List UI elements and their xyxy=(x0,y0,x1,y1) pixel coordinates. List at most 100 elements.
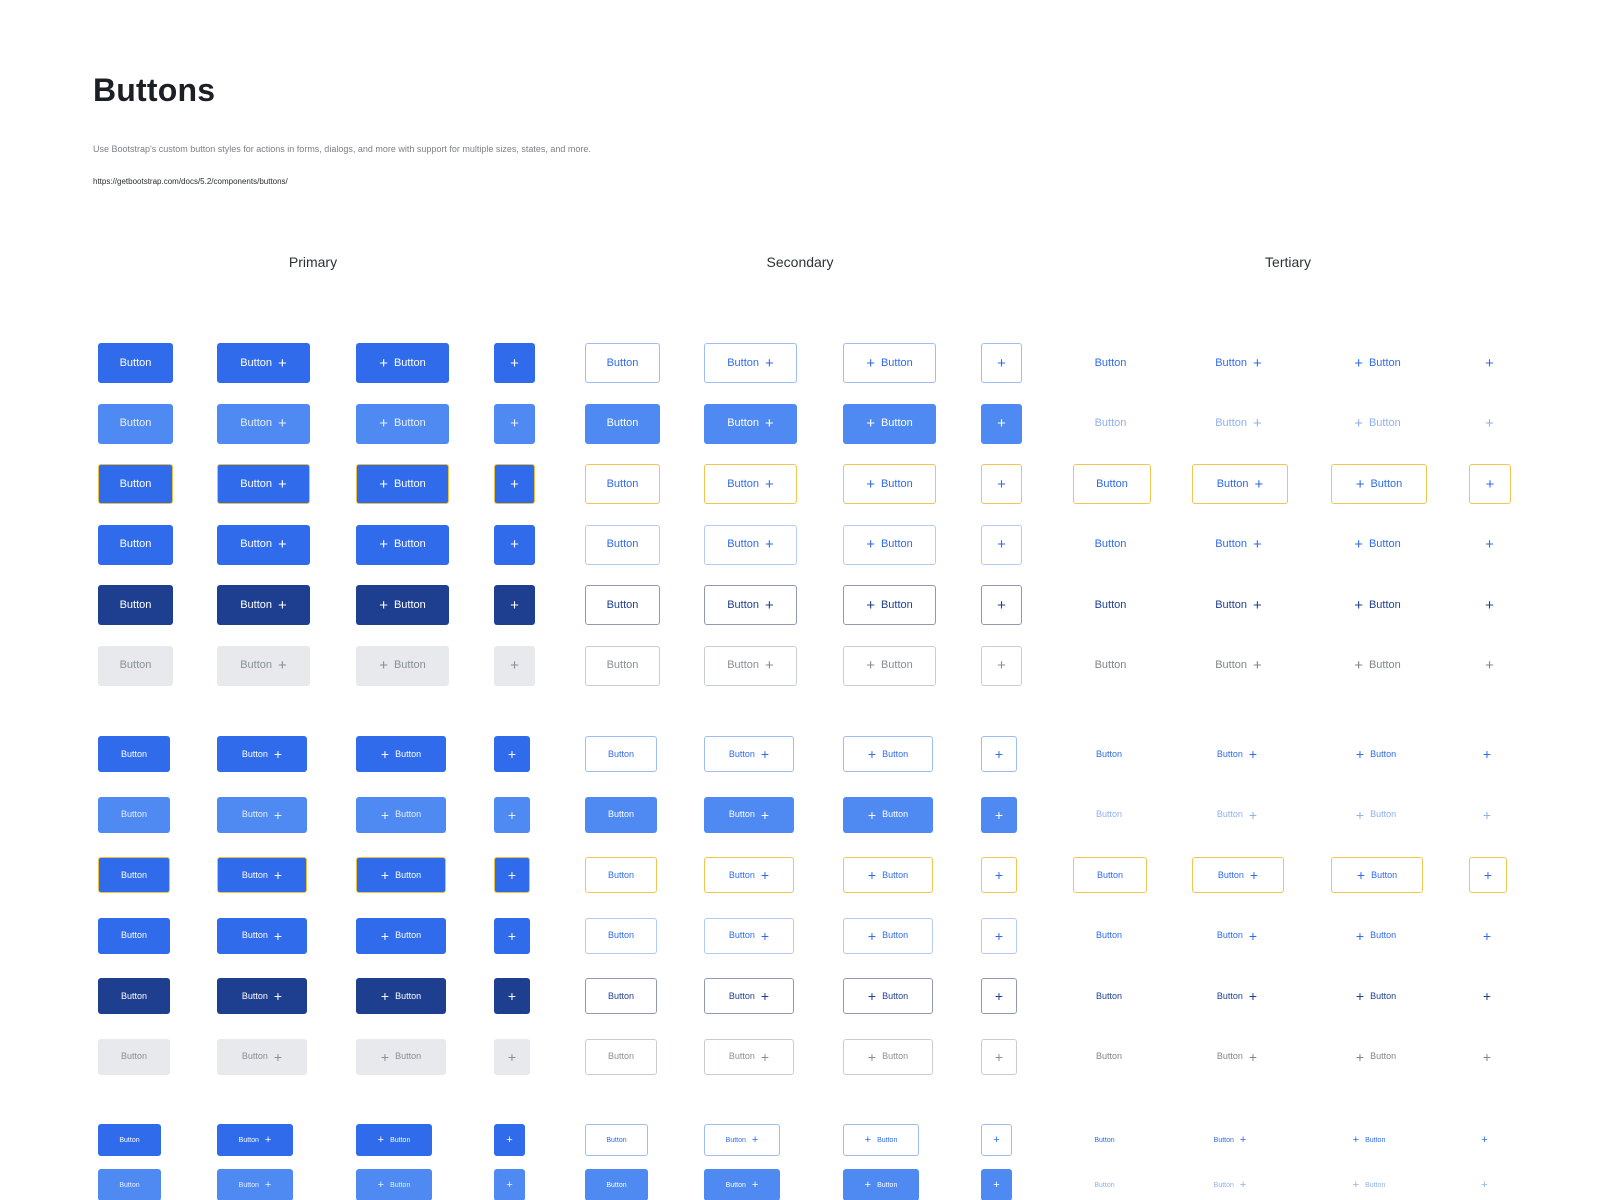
primary-text-with-trailing-icon-pressed-medium-button[interactable]: Button + xyxy=(217,585,310,625)
secondary-text-only-disabled-medium-button[interactable]: Button xyxy=(585,645,660,686)
secondary-text-only-focus-medium-button[interactable]: Button xyxy=(585,464,660,504)
secondary-text-with-trailing-icon-disabled-medium-button[interactable]: Button + xyxy=(704,645,797,686)
primary-text-only-hover-medium-button[interactable]: Button xyxy=(98,403,173,444)
secondary-text-with-trailing-icon-pressed-small-button[interactable]: Button + xyxy=(704,978,794,1014)
tertiary-text-with-leading-icon-hover-extra-small-button[interactable]: + Button xyxy=(1331,1169,1407,1200)
tertiary-text-with-leading-icon-disabled-medium-button[interactable]: + Button xyxy=(1331,646,1424,686)
tertiary-icon-only-hover-small-button[interactable]: + xyxy=(1469,797,1505,833)
secondary-text-with-leading-icon-default-small-button[interactable]: + Button xyxy=(843,736,933,772)
primary-icon-only-focus-small-button[interactable]: + xyxy=(494,857,530,893)
secondary-text-with-trailing-icon-hover-medium-button[interactable]: Button + xyxy=(704,403,797,444)
secondary-text-only-default-extra-small-button[interactable]: Button xyxy=(585,1124,648,1156)
primary-icon-only-active-medium-button[interactable]: + xyxy=(494,524,535,565)
secondary-text-only-hover-medium-button[interactable]: Button xyxy=(585,403,660,444)
primary-icon-only-default-extra-small-button[interactable]: + xyxy=(494,1124,525,1156)
tertiary-text-with-trailing-icon-pressed-small-button[interactable]: Button + xyxy=(1192,978,1282,1014)
secondary-icon-only-disabled-medium-button[interactable]: + xyxy=(981,645,1022,686)
primary-icon-only-default-small-button[interactable]: + xyxy=(494,736,530,772)
tertiary-text-only-hover-extra-small-button[interactable]: Button xyxy=(1073,1169,1136,1200)
tertiary-icon-only-hover-extra-small-button[interactable]: + xyxy=(1469,1169,1500,1200)
primary-text-with-leading-icon-default-medium-button[interactable]: + Button xyxy=(356,343,449,383)
secondary-icon-only-focus-small-button[interactable]: + xyxy=(981,857,1017,893)
tertiary-text-with-trailing-icon-default-medium-button[interactable]: Button + xyxy=(1192,343,1285,383)
tertiary-text-with-trailing-icon-disabled-small-button[interactable]: Button + xyxy=(1192,1039,1282,1075)
secondary-icon-only-focus-medium-button[interactable]: + xyxy=(981,464,1022,504)
primary-text-with-leading-icon-focus-medium-button[interactable]: + Button xyxy=(356,464,449,504)
secondary-text-with-leading-icon-hover-extra-small-button[interactable]: + Button xyxy=(843,1169,919,1200)
tertiary-text-with-trailing-icon-hover-extra-small-button[interactable]: Button + xyxy=(1192,1169,1268,1200)
primary-icon-only-default-medium-button[interactable]: + xyxy=(494,343,535,383)
tertiary-text-with-leading-icon-focus-small-button[interactable]: + Button xyxy=(1331,857,1423,893)
secondary-text-only-default-medium-button[interactable]: Button xyxy=(585,343,660,383)
secondary-icon-only-pressed-medium-button[interactable]: + xyxy=(981,585,1022,625)
secondary-text-with-leading-icon-focus-small-button[interactable]: + Button xyxy=(843,857,933,893)
primary-text-with-trailing-icon-hover-small-button[interactable]: Button + xyxy=(217,796,307,833)
tertiary-text-only-disabled-small-button[interactable]: Button xyxy=(1073,1039,1145,1075)
primary-text-only-active-small-button[interactable]: Button xyxy=(98,917,170,954)
primary-text-with-trailing-icon-disabled-medium-button[interactable]: Button + xyxy=(217,645,310,686)
primary-text-only-disabled-small-button[interactable]: Button xyxy=(98,1038,170,1075)
secondary-text-with-trailing-icon-default-small-button[interactable]: Button + xyxy=(704,736,794,772)
tertiary-icon-only-focus-small-button[interactable]: + xyxy=(1469,857,1507,893)
tertiary-text-with-leading-icon-hover-small-button[interactable]: + Button xyxy=(1331,797,1421,833)
secondary-text-with-trailing-icon-pressed-medium-button[interactable]: Button + xyxy=(704,585,797,625)
tertiary-text-with-leading-icon-active-medium-button[interactable]: + Button xyxy=(1331,525,1424,565)
tertiary-text-with-trailing-icon-active-medium-button[interactable]: Button + xyxy=(1192,525,1285,565)
tertiary-text-only-disabled-medium-button[interactable]: Button xyxy=(1073,646,1148,686)
tertiary-text-with-trailing-icon-pressed-medium-button[interactable]: Button + xyxy=(1192,585,1285,625)
primary-text-with-trailing-icon-pressed-small-button[interactable]: Button + xyxy=(217,978,307,1014)
secondary-icon-only-default-extra-small-button[interactable]: + xyxy=(981,1124,1012,1156)
secondary-text-with-leading-icon-hover-small-button[interactable]: + Button xyxy=(843,796,933,833)
primary-text-only-pressed-small-button[interactable]: Button xyxy=(98,978,170,1014)
primary-text-with-leading-icon-hover-medium-button[interactable]: + Button xyxy=(356,403,449,444)
primary-icon-only-hover-medium-button[interactable]: + xyxy=(494,403,535,444)
secondary-text-with-trailing-icon-focus-small-button[interactable]: Button + xyxy=(704,857,794,893)
tertiary-icon-only-active-small-button[interactable]: + xyxy=(1469,918,1505,954)
secondary-icon-only-default-small-button[interactable]: + xyxy=(981,736,1017,772)
tertiary-text-only-active-medium-button[interactable]: Button xyxy=(1073,525,1148,565)
tertiary-text-with-leading-icon-default-medium-button[interactable]: + Button xyxy=(1331,343,1424,383)
tertiary-text-with-leading-icon-active-small-button[interactable]: + Button xyxy=(1331,918,1421,954)
primary-text-with-trailing-icon-default-small-button[interactable]: Button + xyxy=(217,736,307,772)
tertiary-text-with-leading-icon-default-small-button[interactable]: + Button xyxy=(1331,736,1421,772)
tertiary-text-only-pressed-small-button[interactable]: Button xyxy=(1073,978,1145,1014)
tertiary-text-only-default-extra-small-button[interactable]: Button xyxy=(1073,1124,1136,1156)
primary-text-with-trailing-icon-default-extra-small-button[interactable]: Button + xyxy=(217,1124,293,1156)
tertiary-icon-only-hover-medium-button[interactable]: + xyxy=(1469,404,1510,444)
secondary-text-with-leading-icon-pressed-small-button[interactable]: + Button xyxy=(843,978,933,1014)
primary-text-with-leading-icon-pressed-medium-button[interactable]: + Button xyxy=(356,585,449,625)
tertiary-text-only-default-small-button[interactable]: Button xyxy=(1073,736,1145,772)
primary-text-with-leading-icon-focus-small-button[interactable]: + Button xyxy=(356,857,446,893)
tertiary-icon-only-default-medium-button[interactable]: + xyxy=(1469,343,1510,383)
secondary-text-with-leading-icon-focus-medium-button[interactable]: + Button xyxy=(843,464,936,504)
tertiary-text-with-trailing-icon-hover-medium-button[interactable]: Button + xyxy=(1192,404,1285,444)
primary-text-only-active-medium-button[interactable]: Button xyxy=(98,524,173,565)
primary-text-with-trailing-icon-hover-medium-button[interactable]: Button + xyxy=(217,403,310,444)
secondary-text-only-pressed-small-button[interactable]: Button xyxy=(585,978,657,1014)
secondary-text-with-leading-icon-active-small-button[interactable]: + Button xyxy=(843,917,933,954)
primary-icon-only-disabled-medium-button[interactable]: + xyxy=(494,645,535,686)
secondary-text-only-hover-extra-small-button[interactable]: Button xyxy=(585,1169,648,1200)
secondary-text-with-trailing-icon-focus-medium-button[interactable]: Button + xyxy=(704,464,797,504)
secondary-text-with-trailing-icon-hover-small-button[interactable]: Button + xyxy=(704,796,794,833)
secondary-icon-only-hover-extra-small-button[interactable]: + xyxy=(981,1169,1012,1200)
secondary-icon-only-active-small-button[interactable]: + xyxy=(981,917,1017,954)
primary-text-with-leading-icon-pressed-small-button[interactable]: + Button xyxy=(356,978,446,1014)
primary-text-with-leading-icon-disabled-small-button[interactable]: + Button xyxy=(356,1038,446,1075)
secondary-text-with-trailing-icon-active-small-button[interactable]: Button + xyxy=(704,917,794,954)
tertiary-icon-only-pressed-small-button[interactable]: + xyxy=(1469,978,1505,1014)
primary-icon-only-hover-small-button[interactable]: + xyxy=(494,796,530,833)
tertiary-icon-only-focus-medium-button[interactable]: + xyxy=(1469,464,1511,504)
primary-text-with-leading-icon-default-small-button[interactable]: + Button xyxy=(356,736,446,772)
tertiary-text-with-leading-icon-default-extra-small-button[interactable]: + Button xyxy=(1331,1124,1407,1156)
secondary-text-with-leading-icon-disabled-small-button[interactable]: + Button xyxy=(843,1038,933,1075)
primary-text-only-focus-medium-button[interactable]: Button xyxy=(98,464,173,504)
secondary-text-only-pressed-medium-button[interactable]: Button xyxy=(585,585,660,625)
primary-text-with-leading-icon-active-medium-button[interactable]: + Button xyxy=(356,524,449,565)
primary-text-with-trailing-icon-active-small-button[interactable]: Button + xyxy=(217,917,307,954)
secondary-text-with-leading-icon-pressed-medium-button[interactable]: + Button xyxy=(843,585,936,625)
secondary-text-with-leading-icon-disabled-medium-button[interactable]: + Button xyxy=(843,645,936,686)
tertiary-text-only-focus-medium-button[interactable]: Button xyxy=(1073,464,1151,504)
tertiary-text-only-default-medium-button[interactable]: Button xyxy=(1073,343,1148,383)
tertiary-text-with-leading-icon-disabled-small-button[interactable]: + Button xyxy=(1331,1039,1421,1075)
